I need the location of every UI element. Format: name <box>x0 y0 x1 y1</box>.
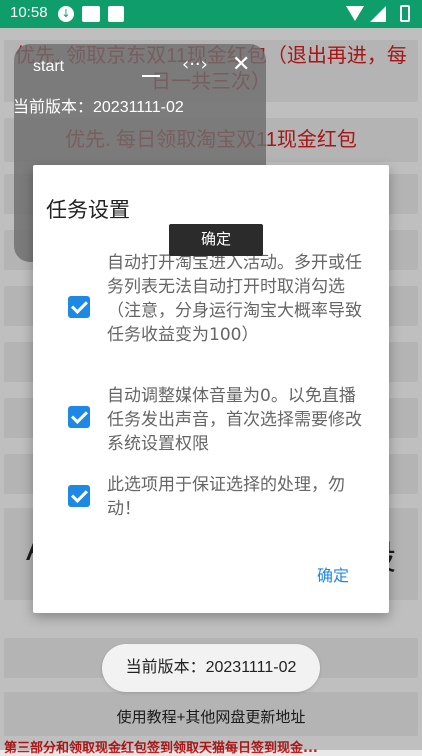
version-toast: 当前版本：20231111-02 <box>102 644 320 692</box>
task-settings-heading: 任务设置 <box>46 199 130 222</box>
close-icon[interactable]: ✕ <box>232 52 250 77</box>
version-label: 当前版本：20231111-02 <box>13 99 184 116</box>
download-icon: ↓ <box>58 6 74 22</box>
wifi-icon <box>346 6 364 21</box>
floating-confirm-button[interactable]: 确定 <box>169 224 263 256</box>
checkbox-auto-open-taobao[interactable] <box>68 296 90 318</box>
status-bar: 10:58 ↓ <box>0 0 422 28</box>
checkbox-mute-media[interactable] <box>68 406 90 428</box>
resize-icon[interactable]: ‹··› <box>182 54 208 75</box>
option-mute-media-label: 自动调整媒体音量为0。以免直播任务发出声音，首次选择需要修改系统设置权限 <box>107 386 362 454</box>
dialog-confirm-button[interactable]: 确定 <box>317 562 349 586</box>
checkbox-keep-selection[interactable] <box>68 485 90 507</box>
app-notification-icon <box>82 6 100 22</box>
status-time: 10:58 <box>10 4 48 21</box>
signal-icon <box>370 6 386 22</box>
minimize-icon[interactable] <box>140 58 162 78</box>
battery-icon <box>400 5 410 22</box>
robot-notification-icon <box>108 6 124 22</box>
option-auto-open-taobao-label: 自动打开淘宝进入活动。多开或任务列表无法自动打开时取消勾选（注意，分身运行淘宝大… <box>107 253 362 345</box>
option-keep-selection-label: 此选项用于保证选择的处理，勿动！ <box>107 475 345 519</box>
floating-window-title: start <box>33 58 65 75</box>
